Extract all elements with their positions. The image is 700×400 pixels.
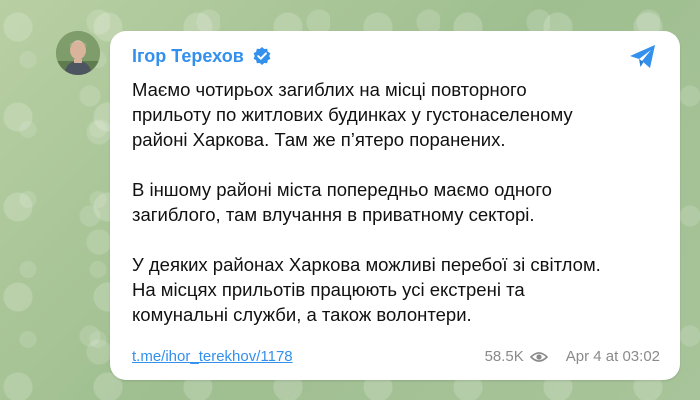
message-paragraph: В іншому районі міста попередньо маємо о… xyxy=(132,179,552,225)
post-link[interactable]: t.me/ihor_terekhov/1178 xyxy=(132,348,293,365)
avatar-image xyxy=(56,31,100,75)
message-date: Apr 4 at 03:02 xyxy=(565,347,660,365)
message-meta: 58.5K Apr 4 at 03:02 xyxy=(485,348,660,365)
message-paragraph: У деяких районах Харкова можливі перебої… xyxy=(132,254,601,325)
eye-icon xyxy=(529,350,548,362)
author-avatar[interactable] xyxy=(56,31,100,75)
view-count: 58.5K xyxy=(484,347,524,365)
message-footer: t.me/ihor_terekhov/1178 58.5K Apr 4 at 0… xyxy=(132,346,660,366)
message-paragraph: Маємо чотирьох загиблих на місці повторн… xyxy=(132,79,573,150)
author-name[interactable]: Ігор Терехов xyxy=(132,46,244,67)
verified-badge-icon xyxy=(252,46,272,66)
message-header: Ігор Терехов xyxy=(132,45,272,67)
message-text: Маємо чотирьох загиблих на місці повторн… xyxy=(132,77,652,327)
telegram-share-icon xyxy=(630,45,655,68)
share-button[interactable] xyxy=(628,43,658,71)
message-bubble: Ігор Терехов Маємо чотирьох загиблих на … xyxy=(110,31,680,380)
